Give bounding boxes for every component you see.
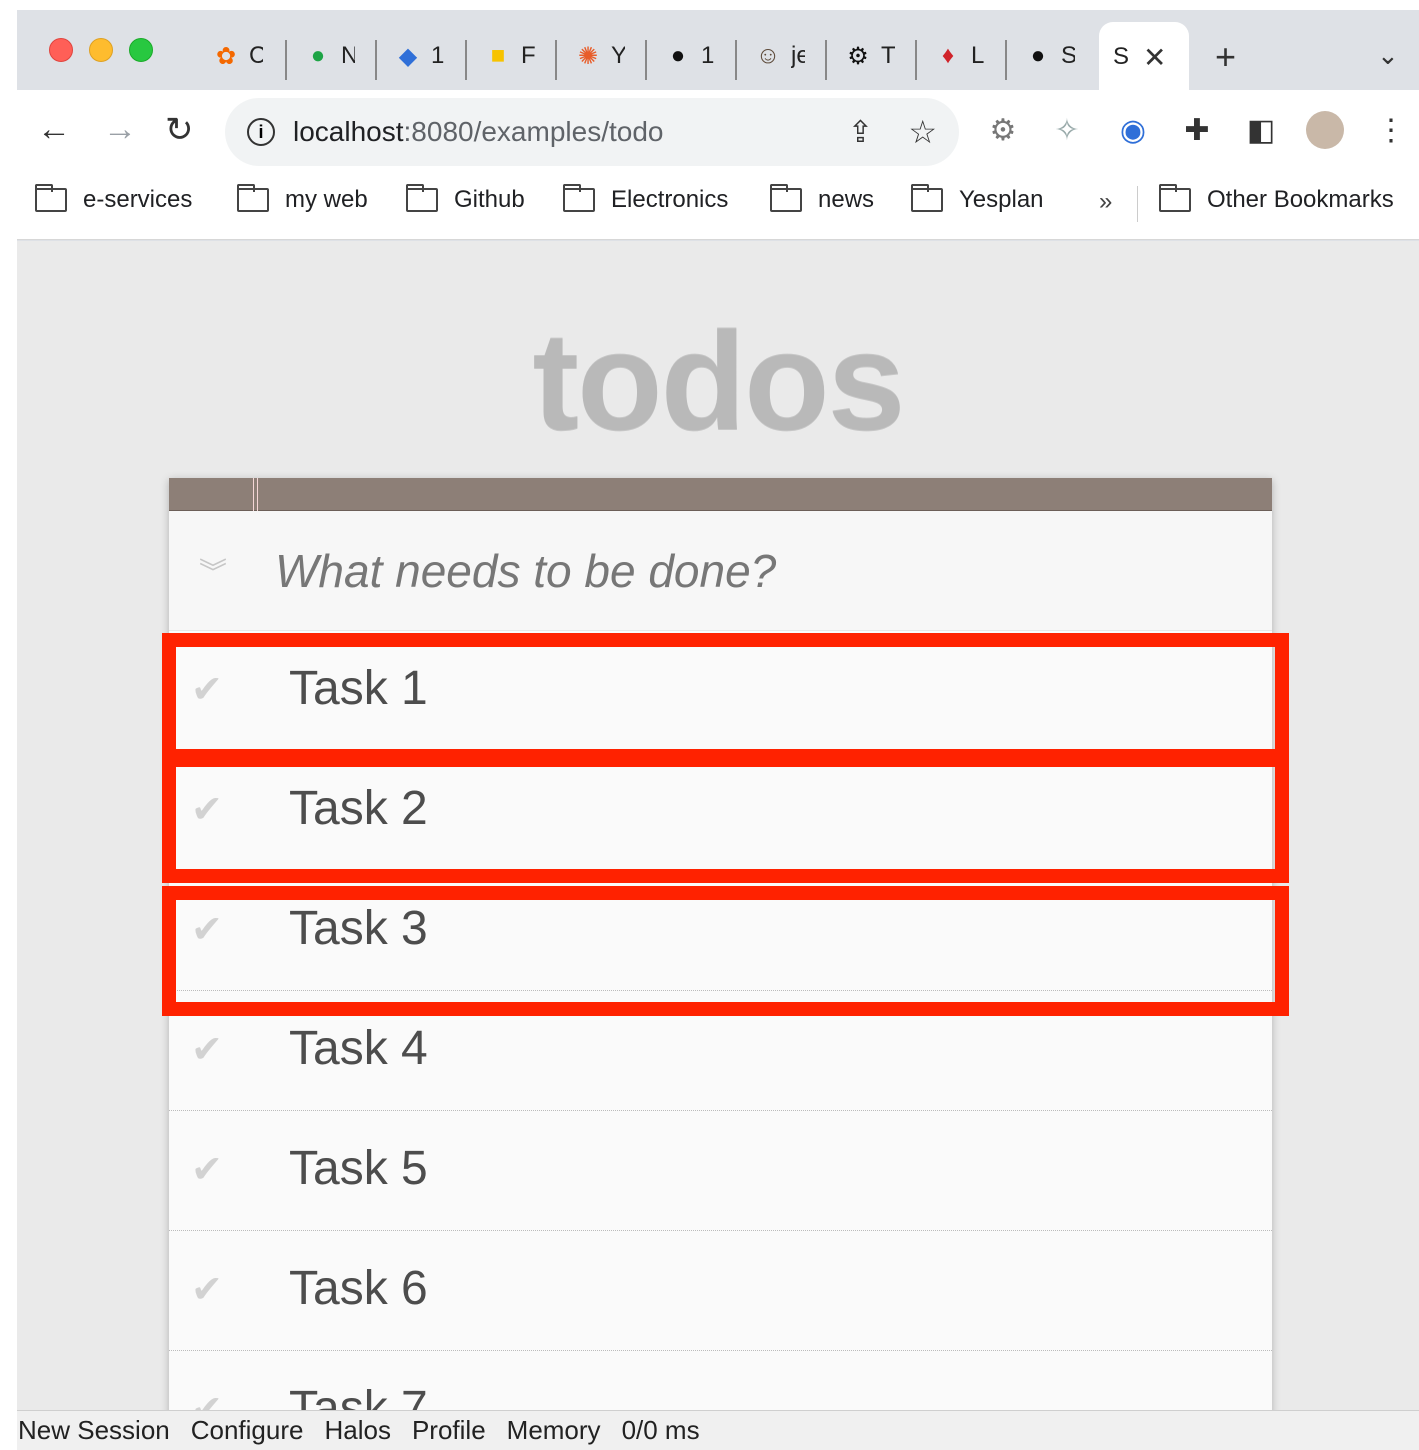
- configure-link[interactable]: Configure: [191, 1415, 304, 1446]
- folder-icon: [563, 184, 595, 212]
- reload-button[interactable]: ↻: [165, 110, 194, 150]
- timing-readout: 0/0 ms: [621, 1415, 700, 1445]
- address-bar[interactable]: i localhost:8080/examples/todo ⇪ ☆: [225, 98, 959, 166]
- todo-header-bar: [169, 478, 1272, 511]
- highlight-box: [162, 753, 1289, 883]
- halos-link[interactable]: Halos: [324, 1415, 390, 1446]
- toggle-all-icon[interactable]: ︾: [199, 551, 227, 591]
- close-window-button[interactable]: [49, 38, 73, 62]
- bookmark-folder-e-services[interactable]: e-services: [35, 184, 192, 214]
- tab-3[interactable]: ◆ 1: [393, 30, 445, 82]
- grafana-icon: ✿: [215, 42, 237, 70]
- todo-label[interactable]: Task 6: [289, 1261, 428, 1316]
- new-todo-input[interactable]: [275, 531, 1235, 611]
- todo-label[interactable]: Task 5: [289, 1141, 428, 1196]
- other-bookmarks-folder[interactable]: Other Bookmarks: [1159, 184, 1394, 214]
- tab-10[interactable]: ● S: [1023, 30, 1075, 82]
- folder-icon: [770, 184, 802, 212]
- bookmarks-divider: [1137, 186, 1138, 222]
- password-manager-icon[interactable]: ◉: [1113, 110, 1153, 150]
- bookmarks-bar: e-services my web Github Electronics new…: [17, 172, 1419, 240]
- green-dot-icon: ●: [310, 42, 326, 69]
- browser-toolbar: ← → ↻ i localhost:8080/examples/todo ⇪ ☆…: [17, 90, 1419, 172]
- bookmark-folder-electronics[interactable]: Electronics: [563, 184, 728, 214]
- folder-icon: [406, 184, 438, 212]
- highlight-box: [162, 633, 1289, 763]
- tab-search-button[interactable]: ⌄: [1377, 40, 1399, 71]
- tab-7[interactable]: ☺ je: [753, 30, 805, 82]
- browser-menu-icon[interactable]: ⋮: [1371, 110, 1411, 150]
- checkmark-icon[interactable]: ✔: [191, 1027, 223, 1072]
- bookmark-folder-github[interactable]: Github: [406, 184, 525, 214]
- tab-5[interactable]: ✺ Y: [573, 30, 625, 82]
- new-tab-button[interactable]: +: [1215, 36, 1236, 78]
- extensions-puzzle-icon[interactable]: ✚: [1177, 110, 1217, 150]
- folder-icon: [1159, 184, 1191, 212]
- tab-1[interactable]: ✿ C: [211, 30, 263, 82]
- folder-icon: [35, 184, 67, 212]
- minimize-window-button[interactable]: [89, 38, 113, 62]
- tab-6[interactable]: ● 1: [663, 30, 715, 82]
- back-button[interactable]: ←: [37, 110, 71, 149]
- gear-tab-icon: ⚙: [847, 42, 869, 70]
- bookmark-star-icon[interactable]: ☆: [908, 113, 937, 151]
- todo-item[interactable]: ✔ Task 5: [169, 1111, 1272, 1231]
- browser-window: ✿ C ● N ◆ 1 ■ F ✺ Y ● 1 ☺ je ⚙ T ♦ L ● S…: [17, 10, 1419, 1450]
- tab-active[interactable]: S ✕: [1099, 22, 1189, 92]
- close-tab-icon[interactable]: ✕: [1143, 41, 1166, 74]
- tab-8[interactable]: ⚙ T: [843, 30, 895, 82]
- profile-avatar-button[interactable]: [1305, 110, 1345, 150]
- github-icon: ●: [1030, 42, 1046, 69]
- status-bar: New Session Configure Halos Profile Memo…: [17, 1410, 1419, 1450]
- app-title: todos: [532, 303, 905, 460]
- side-panel-icon[interactable]: ◧: [1241, 110, 1281, 150]
- checkmark-icon[interactable]: ✔: [191, 1267, 223, 1312]
- forward-button[interactable]: →: [103, 110, 137, 149]
- checkmark-icon[interactable]: ✔: [191, 1387, 223, 1410]
- yesplan-icon: ✺: [577, 42, 599, 70]
- zoom-window-button[interactable]: [129, 38, 153, 62]
- todo-item[interactable]: ✔ Task 7: [169, 1351, 1272, 1410]
- youtrack-icon: ■: [490, 42, 506, 69]
- new-todo-row: ︾: [169, 511, 1272, 631]
- page-content: todos ︾ ✔ Task 1 ✔ Task 2 ✔ Task 3: [17, 241, 1419, 1410]
- profile-link[interactable]: Profile: [412, 1415, 486, 1446]
- settings-extension-icon[interactable]: ⚙: [983, 110, 1023, 150]
- ruby-icon: ♦: [941, 42, 955, 69]
- tab-4[interactable]: ■ F: [483, 30, 535, 82]
- todo-label[interactable]: Task 4: [289, 1021, 428, 1076]
- folder-icon: [237, 184, 269, 212]
- tab-2[interactable]: ● N: [303, 30, 355, 82]
- folder-icon: [911, 184, 943, 212]
- checkmark-icon[interactable]: ✔: [191, 1147, 223, 1192]
- highlight-box: [162, 886, 1289, 1016]
- tab-9[interactable]: ♦ L: [933, 30, 985, 82]
- jenkins-icon: ☺: [755, 42, 781, 69]
- site-info-icon[interactable]: i: [247, 118, 275, 146]
- bookmark-folder-yesplan[interactable]: Yesplan: [911, 184, 1044, 214]
- more-bookmarks-button[interactable]: »: [1099, 188, 1112, 216]
- avatar: [1306, 111, 1344, 149]
- bookmark-folder-news[interactable]: news: [770, 184, 874, 214]
- map-extension-icon[interactable]: ✧: [1047, 110, 1087, 150]
- tab-strip: ✿ C ● N ◆ 1 ■ F ✺ Y ● 1 ☺ je ⚙ T ♦ L ● S…: [17, 10, 1419, 92]
- github-icon: ●: [670, 42, 686, 69]
- todo-label[interactable]: Task 7: [289, 1381, 428, 1410]
- person-icon: ◆: [398, 42, 418, 70]
- share-icon[interactable]: ⇪: [848, 115, 873, 150]
- new-session-link[interactable]: New Session: [18, 1415, 170, 1446]
- url-text[interactable]: localhost:8080/examples/todo: [293, 116, 663, 148]
- todo-item[interactable]: ✔ Task 6: [169, 1231, 1272, 1351]
- bookmark-folder-my-web[interactable]: my web: [237, 184, 368, 214]
- memory-link[interactable]: Memory: [507, 1415, 601, 1446]
